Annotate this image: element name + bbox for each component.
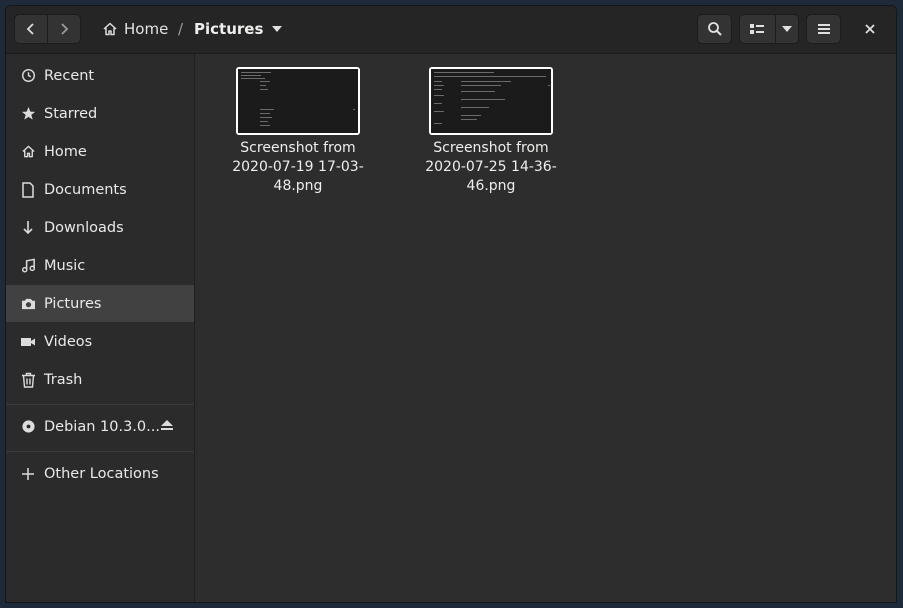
sidebar-item-pictures[interactable]: Pictures [6, 285, 194, 322]
sidebar-item-label: Downloads [44, 219, 124, 236]
sidebar-item-label: Videos [44, 333, 93, 350]
breadcrumb-separator: / [178, 20, 184, 38]
clock-icon [21, 68, 35, 83]
search-button[interactable] [697, 14, 732, 44]
sidebar-item-recent[interactable]: Recent [6, 57, 194, 94]
view-mode-group [739, 14, 799, 44]
sidebar: Recent Starred Home Documents Downloads … [6, 54, 195, 602]
chevron-right-icon [61, 23, 69, 35]
file-item[interactable]: Screenshot from 2020-07-19 17-03-48.png [225, 67, 371, 196]
sidebar-divider [6, 404, 194, 405]
close-button[interactable] [855, 14, 885, 44]
hamburger-menu-icon [817, 24, 830, 34]
sidebar-item-starred[interactable]: Starred [6, 95, 194, 132]
plus-icon [22, 467, 34, 480]
file-name: Screenshot from 2020-07-19 17-03-48.png [232, 140, 364, 194]
forward-button[interactable] [48, 15, 80, 43]
navigation-buttons [14, 14, 81, 44]
camera-icon [21, 298, 35, 310]
sidebar-divider [6, 451, 194, 452]
home-icon [103, 22, 117, 36]
breadcrumb-current-label: Pictures [194, 20, 264, 38]
eject-button[interactable] [160, 419, 174, 435]
star-icon [21, 106, 35, 120]
breadcrumb-home-label: Home [124, 20, 169, 38]
sidebar-item-label: Recent [44, 67, 95, 84]
sidebar-item-volume[interactable]: Debian 10.3.0... [6, 408, 194, 445]
breadcrumb-home[interactable]: Home [102, 14, 168, 44]
list-view-button[interactable] [740, 15, 775, 43]
download-icon [23, 220, 33, 234]
sidebar-item-trash[interactable]: Trash [6, 361, 194, 398]
file-thumbnail [429, 67, 553, 135]
sidebar-item-label: Music [44, 257, 86, 274]
sidebar-item-label: Starred [44, 105, 98, 122]
disc-icon [21, 420, 35, 433]
main-menu-button[interactable] [806, 14, 841, 44]
sidebar-item-label: Trash [44, 371, 83, 388]
list-view-icon [750, 24, 765, 34]
breadcrumb-current[interactable]: Pictures [194, 14, 283, 44]
sidebar-item-home[interactable]: Home [6, 133, 194, 170]
sidebar-item-downloads[interactable]: Downloads [6, 209, 194, 246]
sidebar-item-label: Pictures [44, 295, 102, 312]
sidebar-item-documents[interactable]: Documents [6, 171, 194, 208]
sidebar-item-label: Documents [44, 181, 127, 198]
sidebar-item-music[interactable]: Music [6, 247, 194, 284]
trash-icon [21, 372, 35, 388]
chevron-left-icon [26, 23, 34, 35]
close-icon [865, 24, 875, 34]
file-name: Screenshot from 2020-07-25 14-36-46.png [425, 140, 557, 194]
file-item[interactable]: Screenshot from 2020-07-25 14-36-46.png [418, 67, 564, 196]
file-thumbnail [236, 67, 360, 135]
headerbar: Home / Pictures [6, 6, 896, 54]
file-manager-window: Home / Pictures Recent Starred Home Docu… [5, 5, 897, 603]
sidebar-item-label: Debian 10.3.0... [44, 418, 160, 435]
home-icon [21, 145, 35, 158]
sidebar-item-label: Home [44, 143, 87, 160]
document-icon [22, 181, 34, 198]
sidebar-item-label: Other Locations [44, 465, 159, 482]
back-button[interactable] [15, 15, 47, 43]
view-options-dropdown[interactable] [776, 15, 798, 43]
caret-down-icon [272, 26, 283, 32]
music-icon [21, 258, 35, 273]
video-icon [21, 337, 35, 346]
caret-down-icon [781, 26, 792, 32]
eject-icon [161, 419, 173, 430]
file-view: Screenshot from 2020-07-19 17-03-48.png [195, 54, 896, 602]
sidebar-item-videos[interactable]: Videos [6, 323, 194, 360]
search-icon [707, 22, 722, 36]
sidebar-item-other-locations[interactable]: Other Locations [6, 455, 194, 492]
